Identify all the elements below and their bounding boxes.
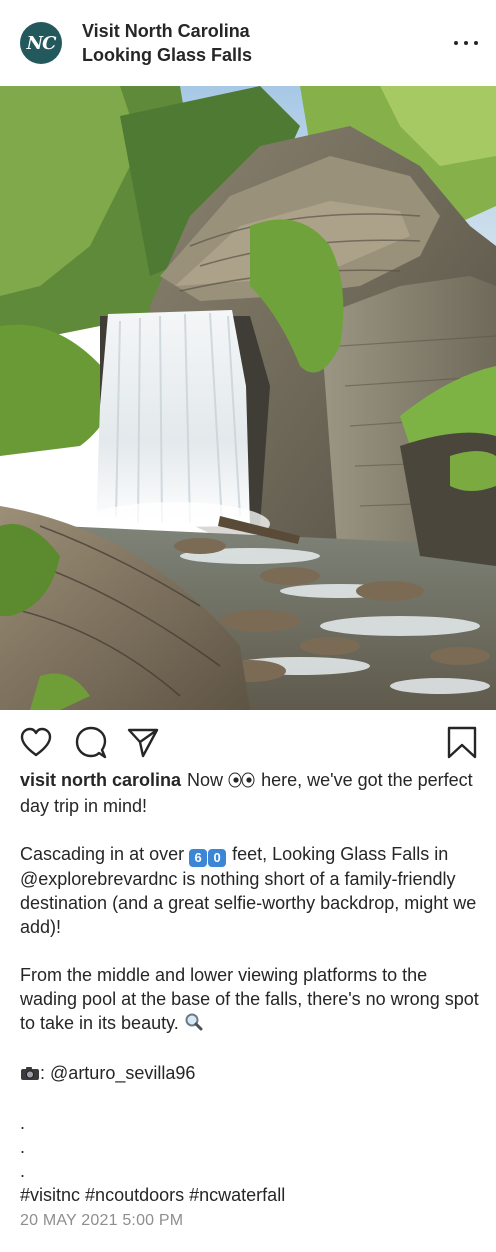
- dot-line: .: [20, 1113, 26, 1133]
- keycap-zero-icon: 0: [208, 849, 227, 867]
- caption-text: Now: [187, 770, 224, 790]
- waterfall-image: [0, 86, 496, 710]
- post-caption: visit north carolina Now here, we've got …: [20, 768, 480, 1207]
- caption-credit: : @arturo_sevilla96: [20, 1061, 480, 1087]
- caption-username[interactable]: visit north carolina: [20, 770, 181, 790]
- caption-text: Cascading in at over: [20, 844, 185, 864]
- caption-paragraph-3: From the middle and lower viewing platfo…: [20, 963, 480, 1037]
- camera-icon: [20, 1063, 40, 1087]
- more-options-icon[interactable]: [454, 33, 478, 53]
- eyes-icon: [228, 770, 256, 794]
- dot-line: .: [20, 1161, 26, 1181]
- mention-link[interactable]: @arturo_sevilla96: [50, 1063, 195, 1083]
- mention-link[interactable]: @explorebrevardnc: [20, 869, 177, 889]
- caption-dots: . . .: [20, 1111, 480, 1183]
- hashtag-link[interactable]: #visitnc: [20, 1185, 80, 1205]
- comment-icon[interactable]: [74, 726, 107, 759]
- account-name[interactable]: Visit North Carolina: [82, 19, 252, 43]
- instagram-post: NC Visit North Carolina Looking Glass Fa…: [0, 0, 496, 1252]
- paper-plane-icon[interactable]: [126, 726, 159, 758]
- avatar[interactable]: NC: [20, 22, 62, 64]
- magnifying-glass-icon: [184, 1013, 204, 1037]
- post-timestamp[interactable]: 20 MAY 2021 5:00 PM: [20, 1212, 183, 1230]
- caption-paragraph-1: visit north carolina Now here, we've got …: [20, 768, 480, 818]
- dot: [464, 41, 468, 45]
- caption-paragraph-2: Cascading in at over 60 feet, Looking Gl…: [20, 842, 480, 939]
- action-bar: [0, 712, 496, 768]
- hashtag-link[interactable]: #ncoutdoors: [85, 1185, 184, 1205]
- post-header: NC Visit North Carolina Looking Glass Fa…: [0, 0, 496, 86]
- caption-text: From the middle and lower viewing platfo…: [20, 965, 479, 1033]
- location-name[interactable]: Looking Glass Falls: [82, 43, 252, 67]
- caption-text: :: [40, 1063, 46, 1083]
- caption-text: feet, Looking Glass Falls in: [232, 844, 449, 864]
- bookmark-icon[interactable]: [446, 726, 478, 759]
- heart-icon[interactable]: [19, 726, 52, 758]
- dot-line: .: [20, 1137, 26, 1157]
- caption-hashtags: #visitnc #ncoutdoors #ncwaterfall: [20, 1183, 480, 1207]
- dot: [474, 41, 478, 45]
- dot: [454, 41, 458, 45]
- hashtag-link[interactable]: #ncwaterfall: [189, 1185, 285, 1205]
- header-titles: Visit North Carolina Looking Glass Falls: [82, 19, 252, 67]
- keycap-six-icon: 6: [189, 849, 208, 867]
- post-image[interactable]: [0, 86, 496, 710]
